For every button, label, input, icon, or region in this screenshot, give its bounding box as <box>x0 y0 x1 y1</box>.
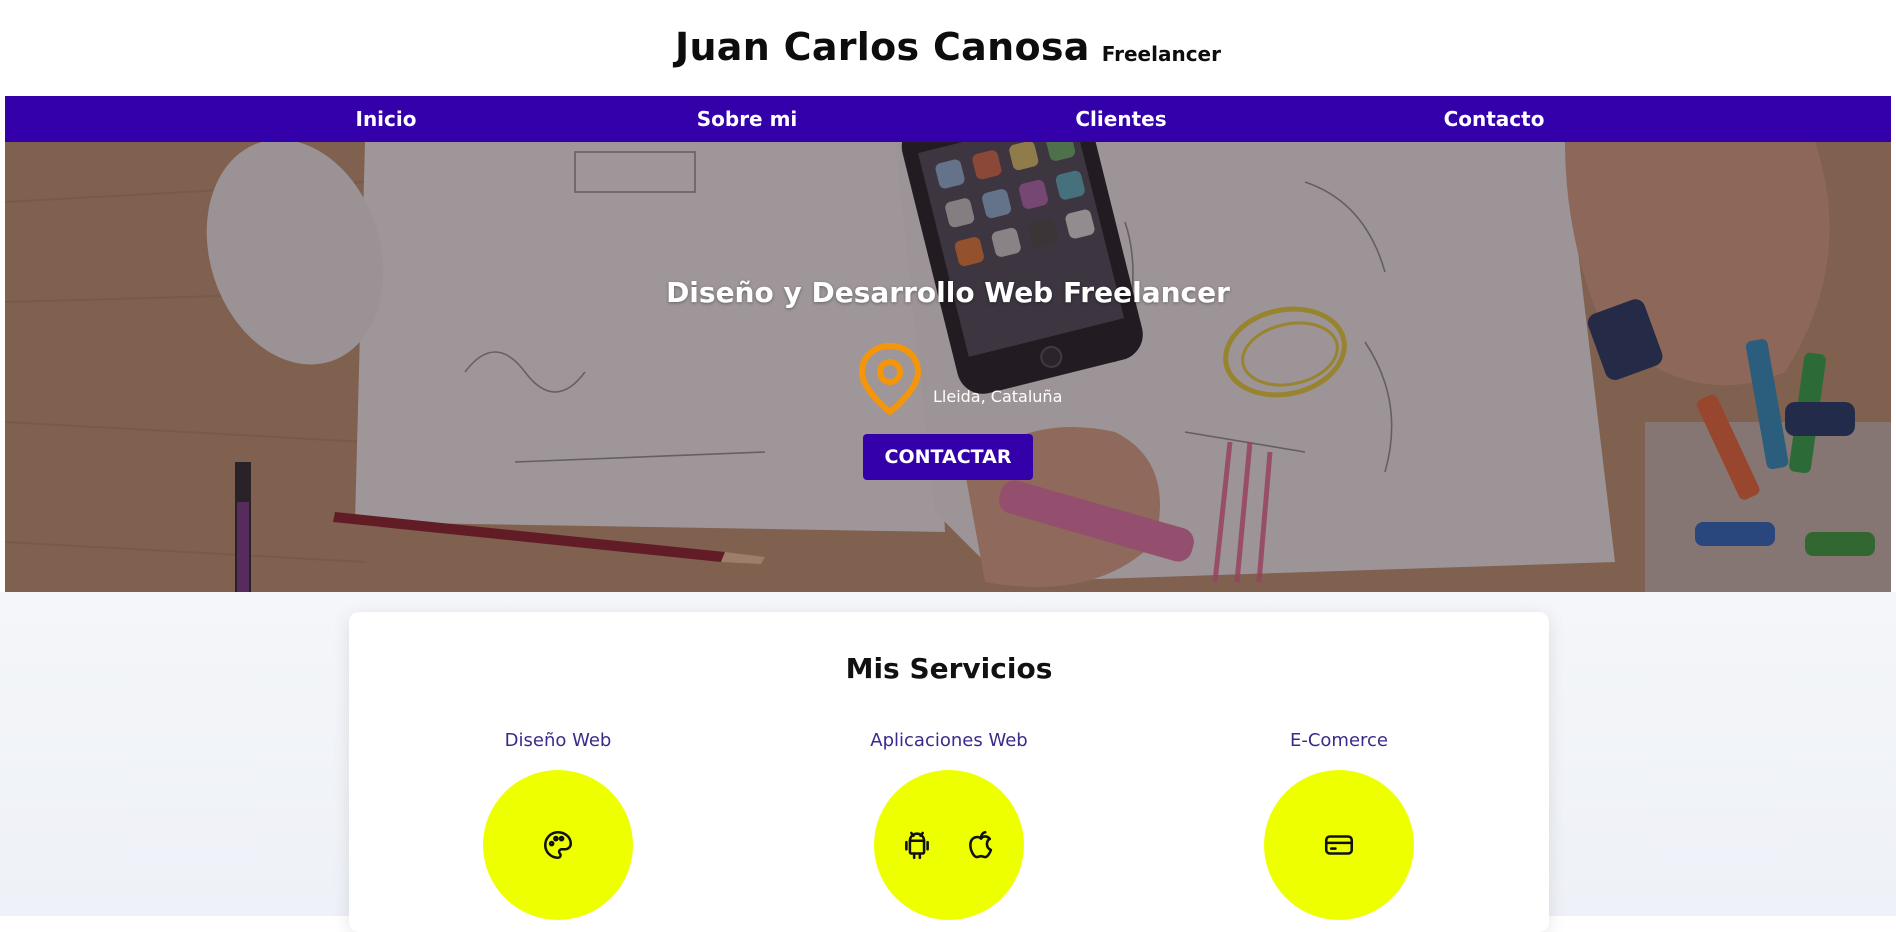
credit-card-icon <box>1324 835 1354 855</box>
service-icon-circle <box>874 770 1024 920</box>
services-title: Mis Servicios <box>845 652 1053 685</box>
map-pin-icon <box>859 343 921 415</box>
service-item-aplicaciones-web: Aplicaciones Web <box>819 730 1079 920</box>
hero-content: Diseño y Desarrollo Web Freelancer Lleid… <box>5 142 1891 592</box>
main-nav: Inicio Sobre mi Clientes Contacto <box>5 96 1891 142</box>
service-item-e-comerce: E-Comerce <box>1209 730 1469 920</box>
hero-title: Diseño y Desarrollo Web Freelancer <box>666 276 1230 309</box>
services-card: Mis Servicios Diseño Web Aplicaciones We… <box>349 612 1549 932</box>
nav-link-clientes[interactable]: Clientes <box>1075 96 1166 142</box>
service-name: Aplicaciones Web <box>870 730 1028 751</box>
apple-icon <box>969 830 993 859</box>
service-item-diseno-web: Diseño Web <box>428 730 688 920</box>
site-title: Juan Carlos Canosa <box>675 25 1090 69</box>
contact-button[interactable]: CONTACTAR <box>863 434 1033 480</box>
service-name: Diseño Web <box>504 730 612 751</box>
nav-link-inicio[interactable]: Inicio <box>356 96 417 142</box>
android-icon <box>905 831 929 860</box>
location-text: Lleida, Cataluña <box>933 387 1063 406</box>
service-icon-circle <box>483 770 633 920</box>
palette-icon <box>543 830 573 860</box>
nav-link-contacto[interactable]: Contacto <box>1444 96 1545 142</box>
service-icon-circle <box>1264 770 1414 920</box>
nav-link-sobre-mi[interactable]: Sobre mi <box>697 96 798 142</box>
site-subtitle: Freelancer <box>1101 42 1221 66</box>
site-header: Juan Carlos Canosa Freelancer <box>0 0 1896 96</box>
hero-location: Lleida, Cataluña <box>857 342 1062 416</box>
service-name: E-Comerce <box>1289 730 1389 751</box>
hero-section: Diseño y Desarrollo Web Freelancer Lleid… <box>5 142 1891 592</box>
